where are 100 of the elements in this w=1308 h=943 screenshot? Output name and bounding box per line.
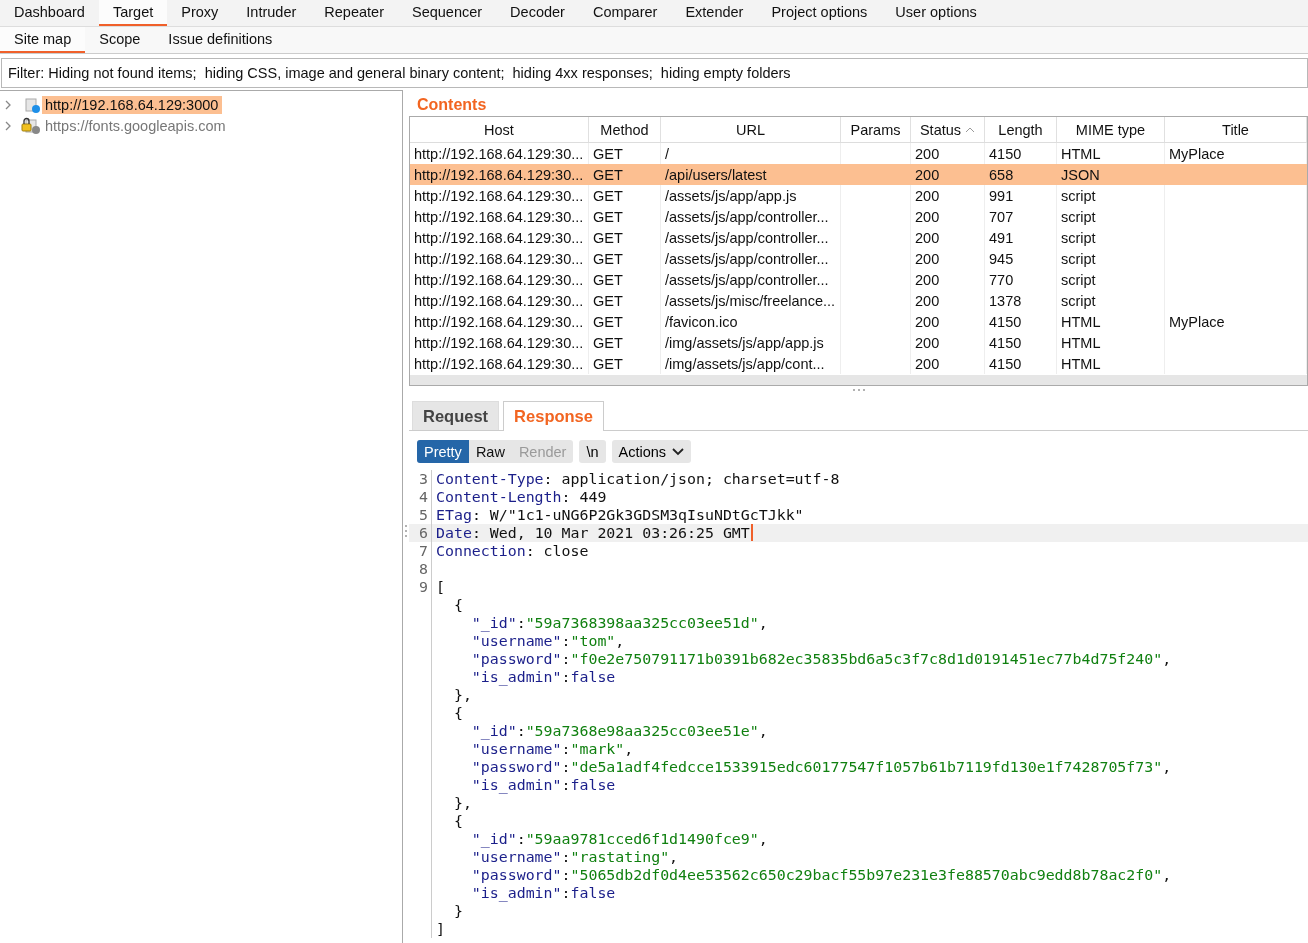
code-line: "_id":"59a7368398aa325cc03ee51d", — [470, 614, 768, 632]
chevron-icon[interactable] — [4, 120, 12, 131]
table-cell: http://192.168.64.129:30... — [414, 355, 584, 372]
table-cell: script — [1061, 292, 1096, 309]
main-tab[interactable]: Dashboard — [0, 0, 99, 26]
main-tab[interactable]: Repeater — [310, 0, 398, 26]
sub-tab[interactable]: Issue definitions — [154, 27, 287, 53]
code-line: }, — [452, 686, 472, 704]
table-cell: http://192.168.64.129:30... — [414, 250, 584, 267]
column-header[interactable]: Host — [410, 117, 589, 142]
table-row[interactable]: http://192.168.64.129:30... GET /favicon.ico 200 4150 HTML MyPlace — [410, 311, 1307, 332]
main-tab[interactable]: Sequencer — [397, 0, 497, 26]
table-cell: HTML — [1061, 313, 1101, 330]
table-cell: http://192.168.64.129:30... — [414, 292, 584, 309]
table-row[interactable]: http://192.168.64.129:30... GET /assets/js/app/controller... 200 491 script — [410, 227, 1307, 248]
table-cell: 658 — [989, 166, 1014, 183]
table-cell: GET — [593, 355, 623, 372]
column-header[interactable]: Length — [985, 117, 1057, 142]
filter-bar[interactable]: Filter: Hiding not found items; hiding CSS, image and general binary content; hiding 4xx responses; hiding empty folders — [1, 58, 1308, 88]
main-tab[interactable]: Comparer — [578, 0, 672, 26]
table-cell: GET — [593, 292, 623, 309]
table-row[interactable]: http://192.168.64.129:30... GET /assets/js/app/app.js 200 991 script — [410, 185, 1307, 206]
table-cell: http://192.168.64.129:30... — [414, 166, 584, 183]
column-header[interactable]: Title — [1165, 117, 1307, 142]
table-cell: 200 — [915, 292, 940, 309]
table-cell: /assets/js/app/controller... — [665, 208, 829, 225]
table-cell: 200 — [915, 166, 940, 183]
table-cell: 4150 — [989, 145, 1022, 162]
code-line: Date: Wed, 10 Mar 2021 03:26:25 GMT — [436, 524, 750, 542]
table-row[interactable]: http://192.168.64.129:30... GET /assets/js/app/controller... 200 707 script — [410, 206, 1307, 227]
main-tab[interactable]: User options — [881, 0, 991, 26]
column-header[interactable]: Params — [841, 117, 911, 142]
code-line: ETag: W/"1c1-uNG6P2Gk3GDSM3qIsuNDtGcTJkk" — [436, 506, 804, 524]
line-number: 7 — [419, 542, 428, 560]
line-number: 3 — [419, 470, 428, 488]
code-line: "is_admin":false — [470, 884, 616, 902]
code-line: Connection: close — [436, 542, 589, 560]
table-cell: /favicon.ico — [665, 313, 738, 330]
table-cell: http://192.168.64.129:30... — [414, 334, 584, 351]
column-header[interactable]: MIME type — [1057, 117, 1165, 142]
code-line: "username":"mark", — [470, 740, 634, 758]
main-tab[interactable]: Extender — [671, 0, 758, 26]
table-cell: / — [665, 145, 670, 162]
message-tab[interactable]: Request — [412, 401, 500, 430]
actions-button[interactable]: Actions — [611, 440, 692, 463]
table-cell: http://192.168.64.129:30... — [414, 208, 584, 225]
table-cell: 4150 — [989, 313, 1022, 330]
main-tab[interactable]: Intruder — [232, 0, 311, 26]
splitter-grip-icon[interactable] — [851, 388, 866, 392]
code-line: } — [452, 902, 463, 920]
site-map-item[interactable]: http://192.168.64.129:3000 — [42, 95, 223, 114]
table-cell: GET — [593, 229, 623, 246]
table-cell: GET — [593, 208, 623, 225]
line-number: 6 — [419, 524, 428, 542]
chevron-icon[interactable] — [4, 99, 12, 110]
table-cell: 200 — [915, 187, 940, 204]
table-row[interactable]: http://192.168.64.129:30... GET /img/assets/js/app/app.js 200 4150 HTML — [410, 332, 1307, 353]
newline-button[interactable]: \n — [579, 440, 606, 463]
code-line: Content-Length: 449 — [436, 488, 607, 506]
table-row[interactable]: http://192.168.64.129:30... GET /api/users/latest 200 658 JSON — [410, 164, 1307, 185]
column-header[interactable]: Method — [589, 117, 661, 142]
table-cell: 200 — [915, 313, 940, 330]
column-header[interactable]: Status — [911, 117, 985, 142]
table-cell: GET — [593, 145, 623, 162]
column-header[interactable]: URL — [661, 117, 841, 142]
view-mode-button[interactable]: Pretty — [417, 440, 469, 463]
code-line: [ — [436, 578, 445, 596]
code-line: "password":"f0e2e750791171b0391b682ec35835bd6a5c3f7c8d1d0191451ec77b4d75f240", — [470, 650, 1172, 668]
table-cell: 200 — [915, 334, 940, 351]
scrollbar[interactable] — [410, 375, 1307, 385]
table-cell: 945 — [989, 250, 1014, 267]
code-line: "username":"rastating", — [470, 848, 679, 866]
line-number: 4 — [419, 488, 428, 506]
main-tab[interactable]: Proxy — [167, 0, 233, 26]
table-cell: GET — [593, 313, 623, 330]
table-cell: MyPlace — [1169, 313, 1225, 330]
code-line: { — [452, 704, 463, 722]
caret-icon — [672, 447, 685, 456]
resize-grip-icon[interactable] — [404, 524, 408, 538]
sub-tab[interactable]: Site map — [0, 27, 86, 53]
table-row[interactable]: http://192.168.64.129:30... GET /assets/js/app/controller... 200 945 script — [410, 248, 1307, 269]
table-cell: GET — [593, 250, 623, 267]
main-tab[interactable]: Target — [98, 0, 168, 26]
main-tab[interactable]: Project options — [757, 0, 882, 26]
code-line: { — [452, 596, 463, 614]
table-cell: 491 — [989, 229, 1014, 246]
site-map-item[interactable]: https://fonts.googleapis.com — [42, 116, 230, 135]
main-tab[interactable]: Decoder — [496, 0, 579, 26]
line-number: 5 — [419, 506, 428, 524]
view-mode-button[interactable]: Raw — [468, 440, 512, 463]
code-line: "password":"de5a1adf4fedcce1533915edc60177547f1057b61b7119fd130e1f7428705f73", — [470, 758, 1172, 776]
table-cell: script — [1061, 208, 1096, 225]
table-cell: 991 — [989, 187, 1014, 204]
table-row[interactable]: http://192.168.64.129:30... GET /assets/js/app/controller... 200 770 script — [410, 269, 1307, 290]
sub-tab[interactable]: Scope — [85, 27, 155, 53]
code-line: ] — [436, 920, 445, 938]
table-cell: 200 — [915, 229, 940, 246]
table-cell: 200 — [915, 355, 940, 372]
table-row[interactable]: http://192.168.64.129:30... GET /assets/js/misc/freelance... 200 1378 script — [410, 290, 1307, 311]
table-row[interactable]: http://192.168.64.129:30... GET /img/assets/js/app/cont... 200 4150 HTML — [410, 353, 1307, 374]
